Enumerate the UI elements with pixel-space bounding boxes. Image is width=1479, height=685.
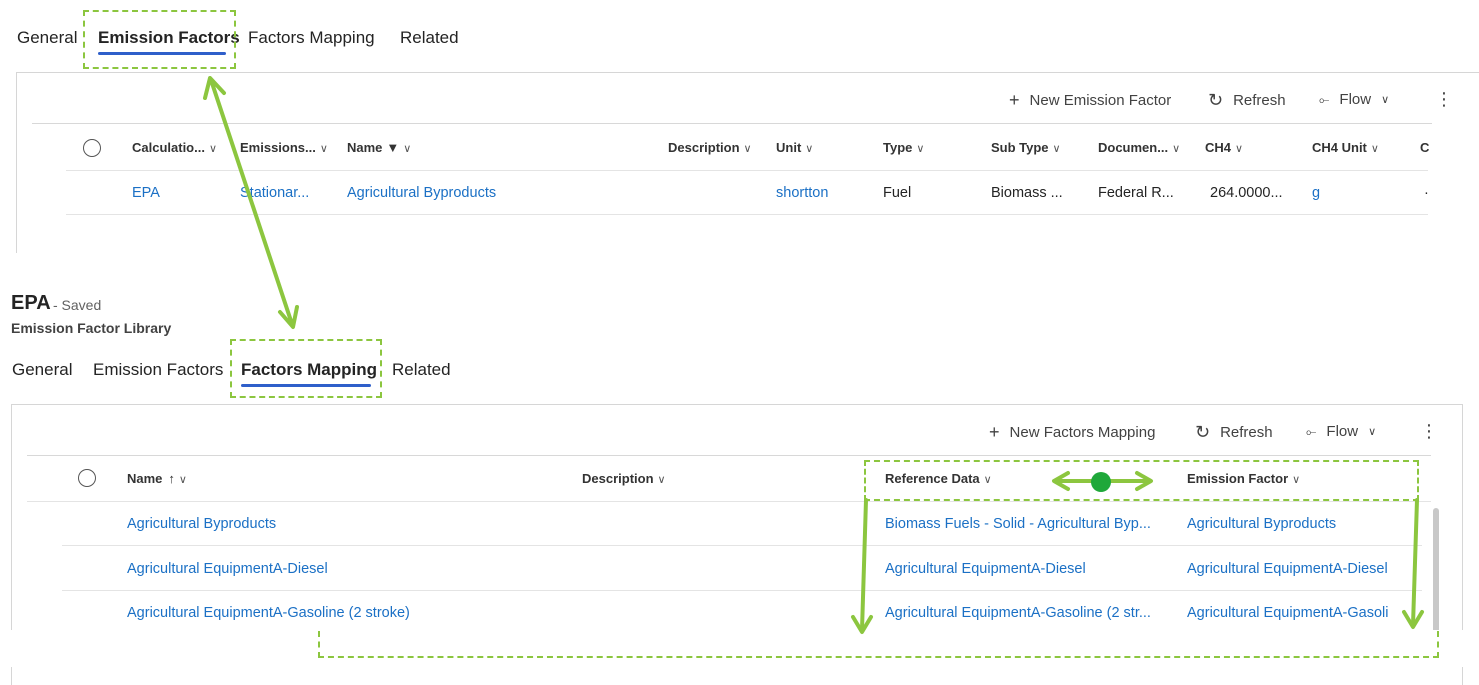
tab-link-arrow: [209, 78, 294, 326]
annotation-arrows-layer: [203, 76, 1424, 634]
annotation-dot: [1091, 472, 1111, 492]
factor-down-arrow: [1411, 498, 1419, 627]
reference-down-arrow: [860, 498, 868, 632]
